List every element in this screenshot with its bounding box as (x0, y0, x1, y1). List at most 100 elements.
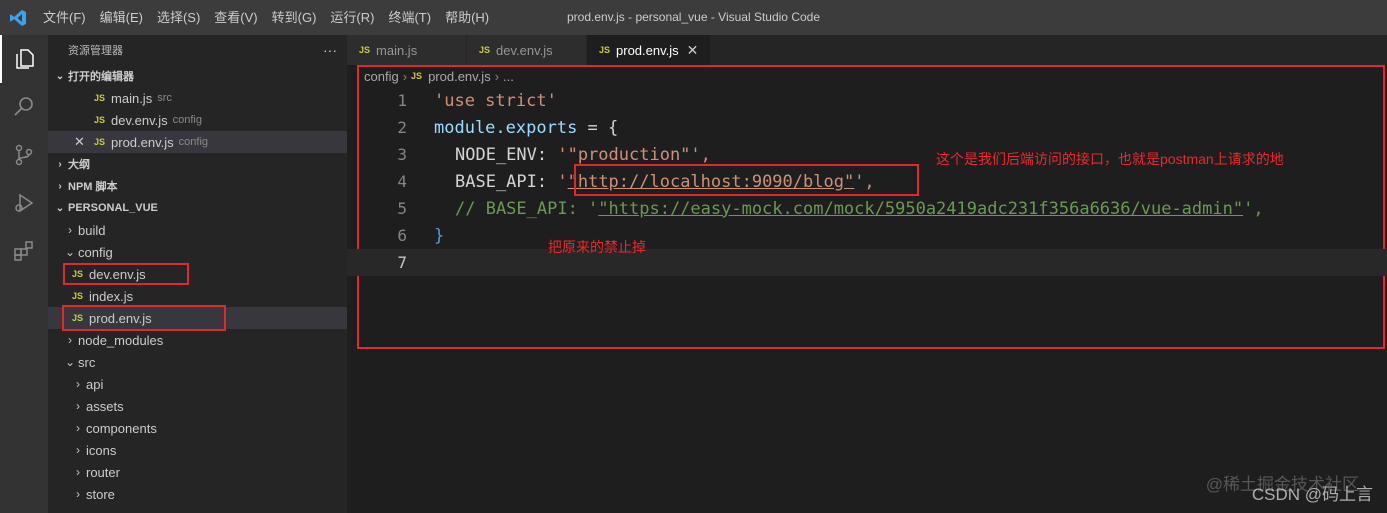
tree-folder-icons[interactable]: › icons (48, 439, 347, 461)
tree-folder-src[interactable]: ⌄ src (48, 351, 347, 373)
explorer-sidebar: 资源管理器 ··· ⌄ 打开的编辑器 JS main.js src JS dev.env… (48, 35, 347, 513)
chevron-down-icon: ⌄ (55, 70, 65, 82)
line-number: 5 (397, 199, 407, 218)
code-token: ', (1243, 198, 1264, 219)
tree-file-dev-env[interactable]: JS dev.env.js (48, 263, 347, 285)
menu-edit[interactable]: 编辑(E) (93, 0, 150, 35)
run-debug-icon[interactable] (0, 179, 48, 227)
folder-label: build (78, 222, 106, 238)
annotation-backend-api: 这个是我们后端访问的接口，也就是postman上请求的地 (936, 151, 1284, 167)
line-number: 7 (397, 253, 407, 272)
code-token: = { (577, 117, 619, 138)
project-label: PERSONAL_VUE (68, 202, 158, 214)
code-token: .exports (495, 117, 578, 138)
code-token: '"production"', (547, 144, 711, 165)
line-number: 6 (397, 226, 407, 245)
npm-scripts-section[interactable]: › NPM 脚本 (48, 175, 347, 197)
line-number: 2 (397, 118, 407, 137)
line-number: 4 (397, 172, 407, 191)
chevron-right-icon: › (76, 421, 80, 435)
tree-folder-router[interactable]: › router (48, 461, 347, 483)
file-label: index.js (89, 288, 134, 304)
explorer-title: 资源管理器 (68, 45, 123, 57)
code-line: 6} (347, 222, 1387, 249)
chevron-right-icon: › (68, 333, 72, 347)
tree-folder-assets[interactable]: › assets (48, 395, 347, 417)
project-section[interactable]: ⌄ PERSONAL_VUE (48, 197, 347, 219)
close-icon[interactable]: ✕ (74, 134, 94, 150)
folder-label: config (78, 244, 113, 260)
outline-section[interactable]: › 大纲 (48, 153, 347, 175)
menu-run[interactable]: 运行(R) (323, 0, 381, 35)
open-editor-name: prod.env.js (111, 134, 174, 150)
tab-main-js[interactable]: JS main.js (347, 35, 467, 65)
highlight-box (63, 263, 189, 285)
tab-prod-env-js[interactable]: JS prod.env.js ✕ (587, 35, 712, 65)
menu-file[interactable]: 文件(F) (36, 0, 93, 35)
open-editor-name: main.js (111, 90, 153, 106)
tree-folder-store[interactable]: › store (48, 483, 347, 505)
folder-label: node_modules (78, 332, 164, 348)
menu-go[interactable]: 转到(G) (265, 0, 324, 35)
chevron-right-icon: › (76, 443, 80, 457)
chevron-right-icon: › (76, 399, 80, 413)
menu-terminal[interactable]: 终端(T) (381, 0, 438, 35)
tree-file-prod-env[interactable]: JS prod.env.js (48, 305, 347, 331)
open-editor-desc: config (172, 114, 202, 126)
tree-folder-config[interactable]: ⌄ config (48, 241, 347, 263)
code-token: NODE_ENV: (455, 144, 548, 165)
open-editor-item[interactable]: JS dev.env.js config (48, 109, 347, 131)
source-control-icon[interactable] (0, 131, 48, 179)
title-bar: 文件(F) 编辑(E) 选择(S) 查看(V) 转到(G) 运行(R) 终端(T… (0, 0, 1387, 35)
highlight-box (62, 305, 226, 331)
more-actions-button[interactable]: ··· (323, 42, 337, 58)
open-editor-name: dev.env.js (111, 112, 168, 128)
tab-dev-env-js[interactable]: JS dev.env.js (467, 35, 587, 65)
chevron-right-icon: › (58, 158, 62, 170)
open-editor-desc: config (178, 136, 209, 148)
code-line: 2 module.exports = { (347, 114, 1387, 141)
close-icon[interactable]: ✕ (687, 42, 699, 59)
open-editors-label: 打开的编辑器 (68, 71, 134, 83)
code-token: module (434, 117, 496, 138)
code-line-current: 7 (347, 249, 1387, 276)
tree-file-index[interactable]: JS index.js (48, 285, 347, 307)
chevron-down-icon: ⌄ (55, 202, 65, 214)
tree-folder-api[interactable]: › api (48, 373, 347, 395)
chevron-right-icon: › (76, 465, 80, 479)
menu-view[interactable]: 查看(V) (207, 0, 264, 35)
js-file-icon: JS (479, 45, 491, 55)
code-line: 4 BASE_API: '"http://localhost:9090/blog"… (347, 164, 1387, 196)
code-text: 'use strict' (434, 90, 557, 111)
outline-label: 大纲 (68, 159, 90, 171)
tree-folder-build[interactable]: › build (48, 219, 347, 241)
code-editor[interactable]: 1 'use strict' 2 module.exports = { 3 NODE_… (347, 87, 1387, 276)
js-file-icon: JS (94, 137, 106, 147)
search-icon[interactable] (0, 83, 48, 131)
line-number: 3 (397, 145, 407, 164)
explorer-icon[interactable] (0, 35, 48, 83)
folder-label: api (86, 376, 104, 392)
menu-bar: 文件(F) 编辑(E) 选择(S) 查看(V) 转到(G) 运行(R) 终端(T… (36, 0, 496, 35)
code-line: 1 'use strict' (347, 87, 1387, 114)
folder-label: icons (86, 442, 117, 458)
folder-label: store (86, 486, 115, 502)
js-file-icon: JS (72, 291, 84, 301)
open-editor-item[interactable]: JS main.js src (48, 87, 347, 109)
js-file-icon: JS (599, 45, 611, 55)
tree-folder-components[interactable]: › components (48, 417, 347, 439)
tab-label: dev.env.js (496, 42, 553, 58)
menu-help[interactable]: 帮助(H) (438, 0, 496, 35)
tree-folder-node-modules[interactable]: › node_modules (48, 329, 347, 351)
code-token: "https://easy-mock.com/mock/5950a2419adc… (598, 198, 1244, 219)
open-editors-section[interactable]: ⌄ 打开的编辑器 (48, 65, 347, 87)
open-editor-item[interactable]: ✕ JS prod.env.js config (48, 131, 347, 153)
tab-label: main.js (376, 42, 418, 58)
extensions-icon[interactable] (0, 227, 48, 275)
code-line: 5 // BASE_API: '"https://easy-mock.com/mo… (347, 195, 1387, 222)
line-number: 1 (397, 91, 407, 110)
menu-selection[interactable]: 选择(S) (150, 0, 207, 35)
explorer-header: 资源管理器 ··· (48, 35, 347, 65)
open-editor-desc: src (157, 92, 172, 104)
js-file-icon: JS (359, 45, 371, 55)
